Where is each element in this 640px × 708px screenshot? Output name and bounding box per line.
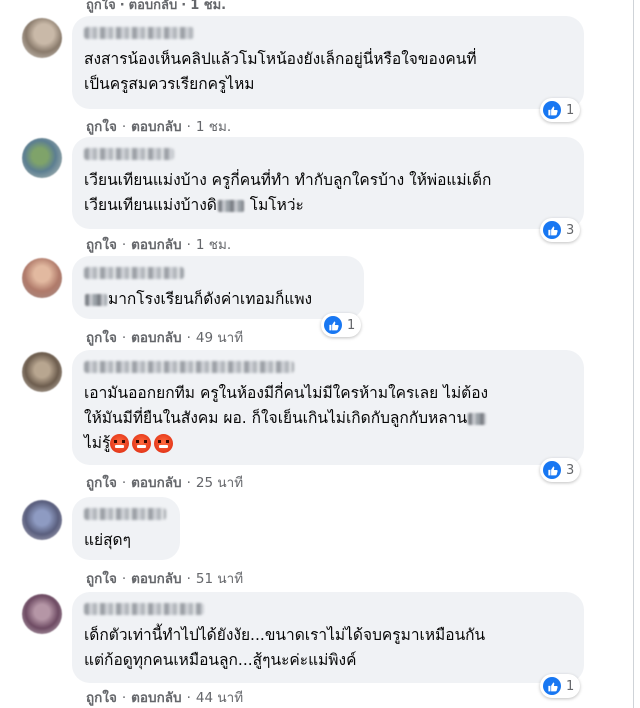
censored-word [85,293,107,306]
comment-actions: ถูกใจ · ตอบกลับ · 44 นาที [86,690,244,706]
reply-link[interactable]: ตอบกลับ [131,690,181,706]
timestamp[interactable]: 1 ชม. [196,119,231,135]
commenter-name-redacted[interactable] [84,27,194,39]
commenter-name-redacted[interactable] [84,603,204,615]
reaction-count[interactable]: 3 [540,218,581,242]
reply-link[interactable]: ตอบกลับ [131,571,181,587]
like-link[interactable]: ถูกใจ [86,330,117,346]
like-thumbs-up-icon [543,461,561,479]
comment-actions: ถูกใจ · ตอบกลับ · 25 นาที [86,475,244,491]
avatar[interactable] [22,500,62,540]
comment-actions: ถูกใจ · ตอบกลับ · 51 นาที [86,571,244,587]
like-link[interactable]: ถูกใจ [86,571,117,587]
comment-actions: ถูกใจ · ตอบกลับ · 1 ชม. [86,119,232,135]
censored-word [217,199,244,212]
comment-text: เอามันออกยกทีม ครูในห้องมีกี่คนไม่มีใครห… [84,384,489,453]
reply-link[interactable]: ตอบกลับ [131,119,181,135]
timestamp[interactable]: 25 นาที [196,475,243,491]
timestamp[interactable]: 1 ชม. [190,0,226,13]
like-link[interactable]: ถูกใจ [86,0,116,13]
reply-link[interactable]: ตอบกลับ [131,330,181,346]
comment-bubble: สงสารน้องเห็นคลิปแล้วโมโหน้องยังเล็กอยู่… [72,16,584,109]
timestamp[interactable]: 1 ชม. [196,237,231,253]
commenter-name-redacted[interactable] [84,148,174,160]
previous-comment-actions: ถูกใจ · ตอบกลับ · 1 ชม. [86,0,227,13]
avatar[interactable] [22,258,62,298]
comment-bubble: เด็กตัวเท่านี้ทำไปได้ยังงัย...ขนาดเราไม่… [72,592,584,683]
like-link[interactable]: ถูกใจ [86,237,117,253]
panel-border [633,0,634,708]
comment-bubble: เวียนเทียนแม่งบ้าง ครูกี่คนที่ทำ ทำกับลู… [72,137,584,229]
comment-bubble: แย่สุดๆ [72,497,180,560]
comment-actions: ถูกใจ · ตอบกลับ · 1 ชม. [86,237,232,253]
comment-bubble: เอามันออกยกทีม ครูในห้องมีกี่คนไม่มีใครห… [72,350,584,465]
like-thumbs-up-icon [543,221,561,239]
reaction-count[interactable]: 1 [540,98,581,122]
reply-link[interactable]: ตอบกลับ [129,0,178,13]
like-thumbs-up-icon [324,316,342,334]
timestamp[interactable]: 44 นาที [196,690,243,706]
reaction-count[interactable]: 1 [540,674,581,698]
like-thumbs-up-icon [543,101,561,119]
comment-text: มากโรงเรียนก็ดังค่าเทอมก็แพง [84,287,352,312]
timestamp[interactable]: 49 นาที [196,330,243,346]
reaction-count[interactable]: 1 [321,313,362,337]
reaction-count[interactable]: 3 [540,458,581,482]
avatar[interactable] [22,18,62,58]
angry-face-icon [154,434,174,453]
avatar[interactable] [22,352,62,392]
avatar[interactable] [22,138,62,178]
censored-word [468,412,487,425]
angry-face-icon [110,434,130,453]
angry-face-icon [132,434,152,453]
timestamp[interactable]: 51 นาที [196,571,243,587]
commenter-name-redacted[interactable] [84,508,166,520]
comment-text: เด็กตัวเท่านี้ทำไปได้ยังงัย...ขนาดเราไม่… [84,626,486,669]
reply-link[interactable]: ตอบกลับ [131,237,181,253]
like-thumbs-up-icon [543,677,561,695]
commenter-name-redacted[interactable] [84,267,184,279]
avatar[interactable] [22,594,62,634]
comment-text: แย่สุดๆ [84,531,131,549]
like-link[interactable]: ถูกใจ [86,119,117,135]
comment-text: สงสารน้องเห็นคลิปแล้วโมโหน้องยังเล็กอยู่… [84,50,477,93]
comment-text: เวียนเทียนแม่งบ้าง ครูกี่คนที่ทำ ทำกับลู… [84,171,492,214]
commenter-name-redacted[interactable] [84,361,294,373]
comment-actions: ถูกใจ · ตอบกลับ · 49 นาที [86,330,244,346]
like-link[interactable]: ถูกใจ [86,475,117,491]
reply-link[interactable]: ตอบกลับ [131,475,181,491]
comment-bubble: มากโรงเรียนก็ดังค่าเทอมก็แพง [72,256,364,319]
like-link[interactable]: ถูกใจ [86,690,117,706]
